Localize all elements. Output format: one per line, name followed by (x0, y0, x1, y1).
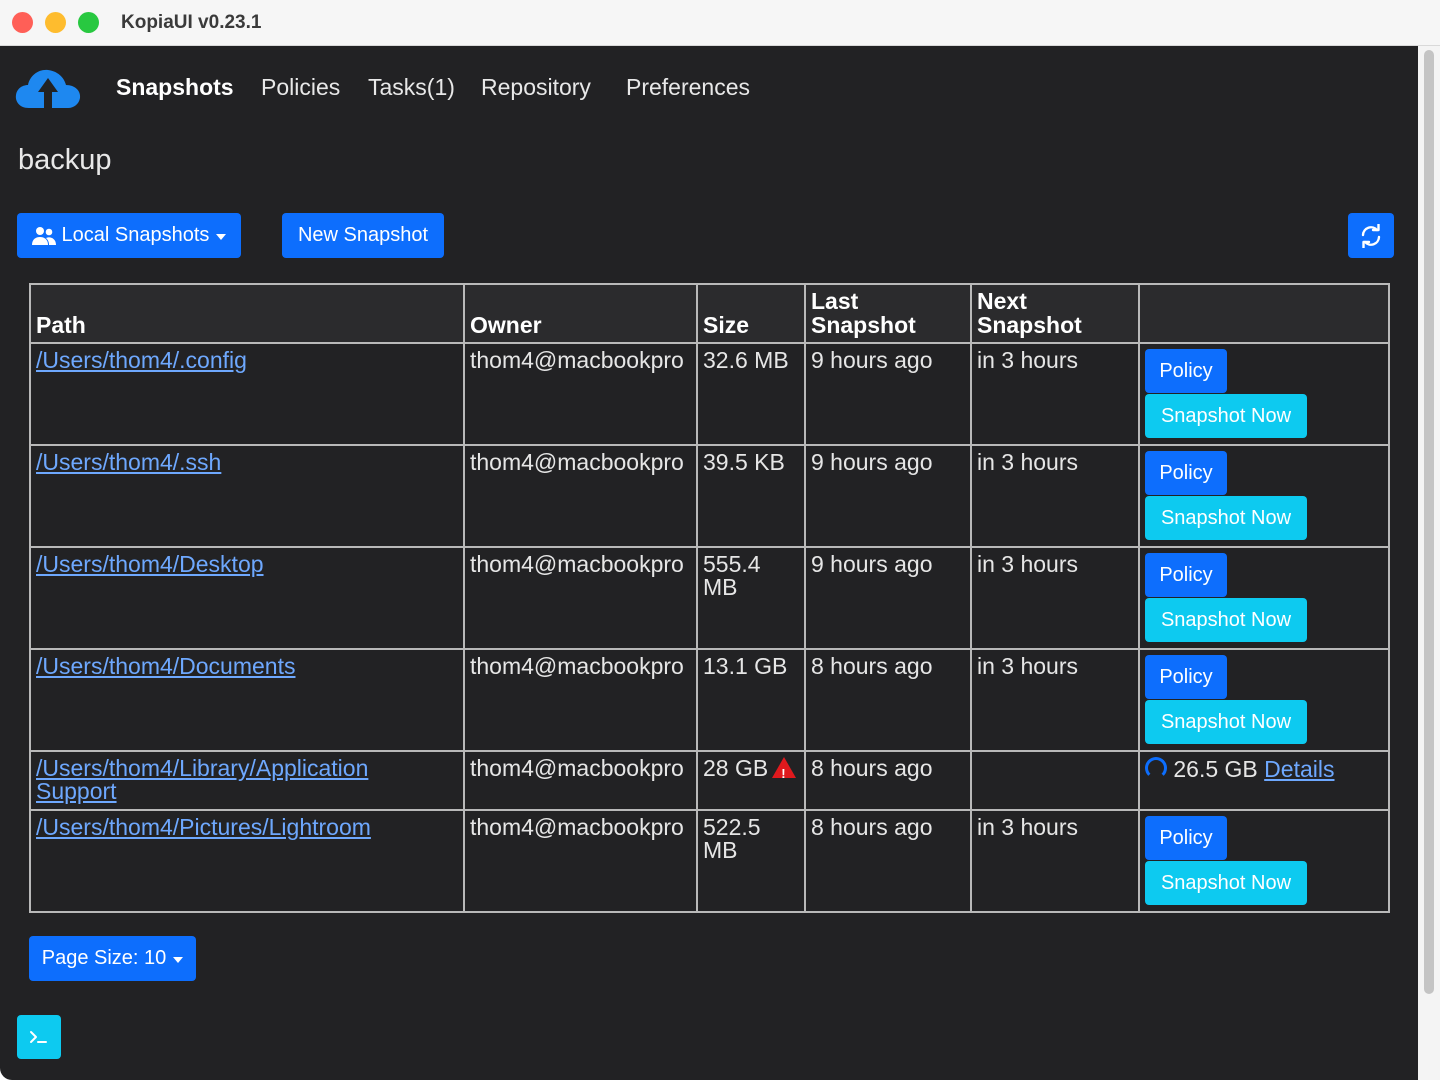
snapshot-now-button[interactable]: Snapshot Now (1145, 861, 1307, 905)
window-minimize-button[interactable] (45, 12, 66, 33)
row-last-snapshot: 8 hours ago (811, 755, 933, 781)
policy-button[interactable]: Policy (1145, 349, 1227, 393)
row-size-line2: MB (703, 837, 738, 863)
snapshot-now-button[interactable]: Snapshot Now (1145, 496, 1307, 540)
row-path-link[interactable]: /Users/thom4/Desktop (36, 553, 264, 576)
row-divider (31, 750, 1388, 752)
row-size-line1: 555.4 (703, 551, 761, 577)
row-next-snapshot: in 3 hours (977, 347, 1079, 373)
row-last-snapshot: 9 hours ago (811, 551, 933, 577)
terminal-icon (30, 1031, 47, 1043)
chevron-down-icon (216, 233, 227, 240)
row-path-line2: Support (36, 778, 117, 804)
policy-button[interactable]: Policy (1145, 655, 1227, 699)
column-divider (1138, 285, 1140, 911)
refresh-button[interactable] (1348, 213, 1394, 258)
row-owner: thom4@macbookpro (470, 755, 684, 781)
row-size: 39.5 KB (703, 449, 785, 475)
row-owner: thom4@macbookpro (470, 551, 684, 577)
nav-tasks[interactable]: Tasks(1) (368, 74, 455, 101)
warning-icon[interactable] (772, 757, 797, 785)
row-path-link[interactable]: /Users/thom4/.config (36, 349, 247, 372)
row-divider (31, 648, 1388, 650)
row-path-line1: /Users/thom4/Library/Application (36, 755, 369, 781)
nav-repository[interactable]: Repository (481, 74, 591, 101)
header-last-line2: Snapshot (811, 312, 916, 338)
window-maximize-button[interactable] (78, 12, 99, 33)
row-owner: thom4@macbookpro (470, 449, 684, 475)
local-snapshots-label: Local Snapshots (61, 224, 210, 246)
row-divider (31, 546, 1388, 548)
row-path-link[interactable]: /Users/thom4/Pictures/Lightroom (36, 816, 371, 839)
header-next-snapshot[interactable]: Next Snapshot (977, 289, 1082, 337)
row-last-snapshot: 9 hours ago (811, 347, 933, 373)
header-path[interactable]: Path (36, 313, 86, 337)
page-size-label: Page Size: 10 (41, 947, 167, 969)
row-progress: 26.5 GB Details (1145, 757, 1334, 781)
page-title: backup (18, 144, 112, 176)
row-size-line2: MB (703, 574, 738, 600)
header-last-line1: Last (811, 288, 859, 314)
column-divider (970, 285, 972, 911)
row-divider (31, 444, 1388, 446)
row-divider (31, 809, 1388, 811)
row-path-link[interactable]: /Users/thom4/Library/Application Support (36, 757, 368, 803)
window-close-button[interactable] (12, 12, 33, 33)
row-size-line1: 522.5 (703, 814, 761, 840)
page-size-dropdown[interactable]: Page Size: 10 (29, 936, 196, 981)
row-size: 32.6 MB (703, 347, 789, 373)
details-link[interactable]: Details (1264, 756, 1334, 782)
row-size: 13.1 GB (703, 653, 788, 679)
snapshot-now-button[interactable]: Snapshot Now (1145, 700, 1307, 744)
row-divider (31, 342, 1388, 344)
row-size: 555.4 MB (703, 553, 761, 599)
column-divider (804, 285, 806, 911)
snapshot-now-button[interactable]: Snapshot Now (1145, 598, 1307, 642)
header-last-snapshot[interactable]: Last Snapshot (811, 289, 916, 337)
column-divider (696, 285, 698, 911)
snapshot-now-button[interactable]: Snapshot Now (1145, 394, 1307, 438)
row-size: 28 GB (703, 755, 797, 785)
terminal-button[interactable] (17, 1015, 61, 1059)
header-owner[interactable]: Owner (470, 313, 542, 337)
row-owner: thom4@macbookpro (470, 347, 684, 373)
local-snapshots-dropdown[interactable]: Local Snapshots (17, 213, 241, 258)
window-title: KopiaUI v0.23.1 (121, 12, 262, 33)
row-next-snapshot: in 3 hours (977, 653, 1079, 679)
app-content: Snapshots Policies Tasks(1) Repository P… (0, 46, 1418, 1080)
row-owner: thom4@macbookpro (470, 814, 684, 840)
header-next-line2: Snapshot (977, 312, 1082, 338)
chevron-down-icon (173, 956, 184, 963)
row-path-link[interactable]: /Users/thom4/.ssh (36, 451, 221, 474)
row-size: 522.5 MB (703, 816, 761, 862)
row-owner: thom4@macbookpro (470, 653, 684, 679)
row-path-link[interactable]: /Users/thom4/Documents (36, 655, 295, 678)
row-last-snapshot: 8 hours ago (811, 653, 933, 679)
snapshots-table: Path Owner Size Last Snapshot Next Snaps… (29, 283, 1390, 913)
header-size[interactable]: Size (703, 313, 749, 337)
new-snapshot-button[interactable]: New Snapshot (282, 213, 444, 258)
column-divider (463, 285, 465, 911)
row-next-snapshot: in 3 hours (977, 551, 1079, 577)
scrollbar-thumb[interactable] (1424, 50, 1434, 994)
refresh-icon (1361, 223, 1381, 248)
spinner-icon (1145, 757, 1167, 779)
row-size-value: 28 GB (703, 755, 769, 781)
progress-amount: 26.5 GB (1173, 756, 1258, 782)
row-next-snapshot: in 3 hours (977, 814, 1079, 840)
nav-preferences[interactable]: Preferences (626, 74, 750, 101)
policy-button[interactable]: Policy (1145, 553, 1227, 597)
header-next-line1: Next (977, 288, 1027, 314)
nav-snapshots[interactable]: Snapshots (116, 74, 234, 101)
kopia-cloud-logo-icon[interactable] (15, 66, 81, 110)
window-titlebar: KopiaUI v0.23.1 (0, 0, 1440, 46)
policy-button[interactable]: Policy (1145, 816, 1227, 860)
row-last-snapshot: 9 hours ago (811, 449, 933, 475)
row-last-snapshot: 8 hours ago (811, 814, 933, 840)
nav-policies[interactable]: Policies (261, 74, 340, 101)
users-icon (31, 226, 56, 245)
policy-button[interactable]: Policy (1145, 451, 1227, 495)
row-next-snapshot: in 3 hours (977, 449, 1079, 475)
